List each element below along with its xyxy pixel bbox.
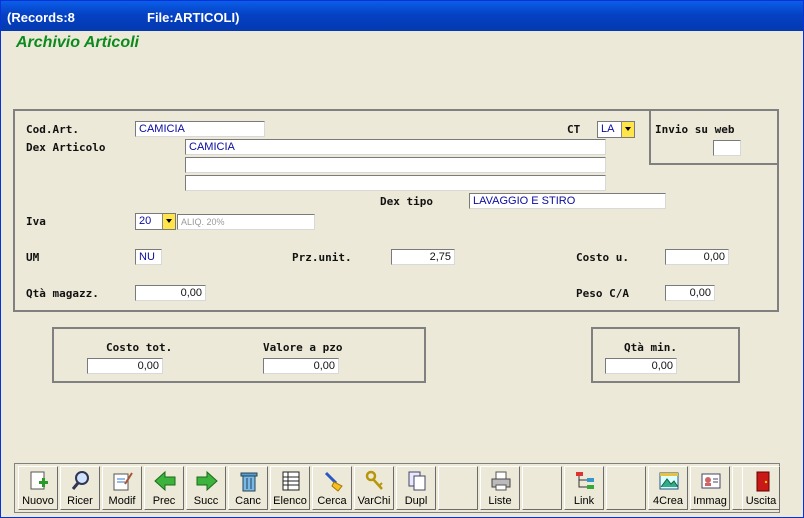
file-name: File:ARTICOLI) (147, 10, 240, 25)
costo-u-field[interactable]: 0,00 (665, 249, 729, 265)
title-bar: (Records:8 File:ARTICOLI) (1, 1, 803, 31)
empty-button-2[interactable] (522, 466, 562, 510)
peso-ca-label: Peso C/A (576, 287, 629, 300)
iva-label: Iva (26, 215, 46, 228)
page-title: Archivio Articoli (16, 34, 139, 51)
prz-unit-field[interactable]: 2,75 (391, 249, 455, 265)
brush-icon (324, 471, 343, 492)
qta-magazz-field[interactable]: 0,00 (135, 285, 206, 301)
dex-articolo-line2[interactable] (185, 157, 606, 173)
cerca-button[interactable]: Cerca (312, 466, 352, 510)
uscita-button[interactable]: Uscita (742, 466, 780, 510)
chevron-down-icon[interactable] (621, 122, 634, 137)
link-button[interactable]: Link (564, 466, 604, 510)
4crea-button[interactable]: 4Crea (648, 466, 688, 510)
web-groupbox (649, 109, 779, 165)
valore-pzo-field[interactable]: 0,00 (263, 358, 339, 374)
app-window: (Records:8 File:ARTICOLI) Archivio Artic… (0, 0, 804, 518)
cod-art-label: Cod.Art. (26, 123, 79, 136)
totals-groupbox (52, 327, 426, 383)
invio-web-label: Invio su web (655, 123, 735, 136)
costo-tot-field[interactable]: 0,00 (87, 358, 163, 374)
arrow-left-icon (154, 470, 176, 492)
dupl-button[interactable]: Dupl (396, 466, 436, 510)
peso-ca-field[interactable]: 0,00 (665, 285, 715, 301)
dex-articolo-line3[interactable] (185, 175, 606, 191)
um-label: UM (26, 251, 40, 264)
ct-value: LA (601, 123, 615, 135)
dex-articolo-line1[interactable]: CAMICIA (185, 139, 606, 155)
keys-icon (365, 470, 383, 490)
valore-pzo-label: Valore a pzo (263, 341, 343, 354)
form-area: Archivio Articoli Cod.Art. CAMICIA CT LA… (4, 31, 801, 515)
iva-description: ALIQ. 20% (177, 214, 315, 230)
iva-value: 20 (139, 215, 152, 227)
chevron-down-icon[interactable] (162, 214, 175, 229)
empty-button-1[interactable] (438, 466, 478, 510)
arrow-right-icon (196, 470, 218, 492)
costo-u-label: Costo u. (576, 251, 629, 264)
qta-magazz-label: Qtà magazz. (26, 287, 99, 300)
contact-card-icon (701, 473, 721, 489)
qta-min-field[interactable]: 0,00 (605, 358, 677, 374)
ricer-button[interactable]: Ricer (60, 466, 100, 510)
qta-min-label: Qtà min. (624, 341, 677, 354)
um-field[interactable]: NU (135, 249, 162, 265)
elenco-button[interactable]: Elenco (270, 466, 310, 510)
link-tree-icon (576, 472, 594, 489)
canc-button[interactable]: Canc (228, 466, 268, 510)
trash-icon (240, 472, 258, 492)
succ-button[interactable]: Succ (186, 466, 226, 510)
edit-document-icon (113, 472, 133, 491)
iva-combo[interactable]: 20 (135, 213, 176, 230)
modif-button[interactable]: Modif (102, 466, 142, 510)
printer-icon (491, 471, 511, 491)
varchi-button[interactable]: VarChi (354, 466, 394, 510)
invio-web-field[interactable] (713, 140, 741, 156)
immag-button[interactable]: Immag (690, 466, 730, 510)
nuovo-button[interactable]: Nuovo (18, 466, 58, 510)
cod-art-field[interactable]: CAMICIA (135, 121, 265, 137)
dex-articolo-label: Dex Articolo (26, 141, 106, 154)
ct-label: CT (567, 123, 581, 136)
records-count: (Records:8 (7, 10, 75, 25)
duplicate-icon (408, 471, 426, 491)
costo-tot-label: Costo tot. (106, 341, 173, 354)
dex-tipo-label: Dex tipo (380, 195, 433, 208)
prec-button[interactable]: Prec (144, 466, 184, 510)
qta-min-groupbox (591, 327, 740, 383)
bottom-toolbar: Nuovo Ricer Modif Prec Succ Canc Elenco … (14, 463, 780, 513)
ct-combo[interactable]: LA (597, 121, 635, 138)
liste-button[interactable]: Liste (480, 466, 520, 510)
prz-unit-label: Prz.unit. (292, 251, 352, 264)
empty-button-3[interactable] (606, 466, 646, 510)
list-grid-icon (282, 471, 300, 491)
dex-tipo-field[interactable]: LAVAGGIO E STIRO (469, 193, 666, 209)
exit-door-icon (756, 471, 770, 492)
new-document-icon (30, 471, 48, 490)
image-frame-icon (659, 472, 679, 490)
magnifier-icon (71, 471, 89, 490)
